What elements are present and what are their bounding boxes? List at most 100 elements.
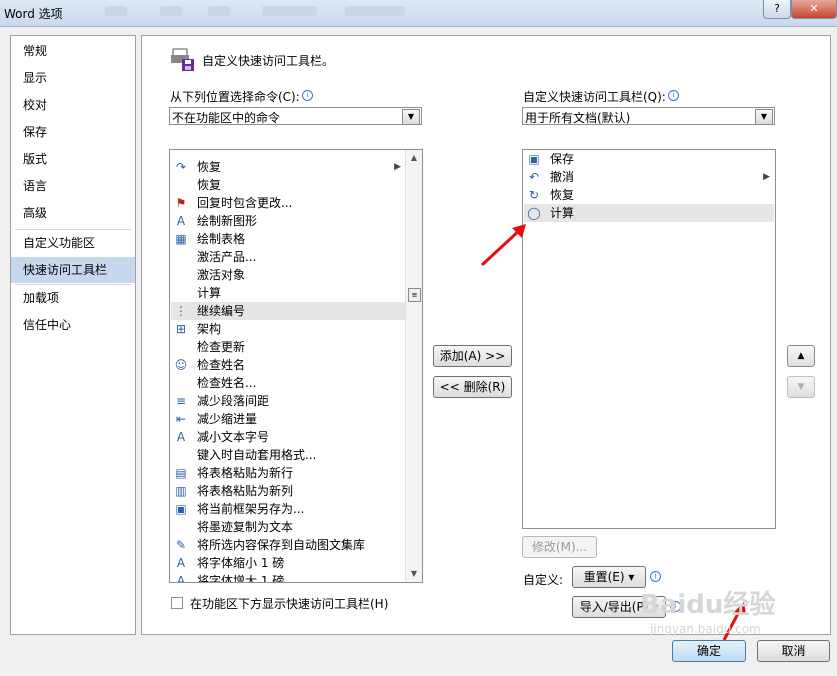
sidebar-item-quick-access-toolbar[interactable]: 快速访问工具栏 <box>11 257 135 283</box>
list-item-label: 键入时自动套用格式... <box>197 448 317 462</box>
list-item[interactable]: 检查更新 <box>171 338 405 356</box>
chevron-down-icon[interactable]: ▼ <box>755 109 773 125</box>
info-icon: i <box>650 571 661 582</box>
list-item[interactable]: 激活产品... <box>171 248 405 266</box>
list-item[interactable]: ⊞ 架构 <box>171 320 405 338</box>
commands-list[interactable]: ↷ 恢复 ▶ 恢复 ⚑ 回复时包含更改... A 绘制新图形 ▦ 绘制表格激活产品... 激活对象计… <box>169 149 423 583</box>
list-item[interactable]: ⚑ 回复时包含更改... <box>171 194 405 212</box>
scroll-thumb[interactable]: ≡ <box>408 288 421 302</box>
sidebar-item-save[interactable]: 保存 <box>11 119 135 145</box>
list-item-label: 激活对象 <box>197 268 246 282</box>
customize-qat-label-text: 自定义快速访问工具栏(Q): <box>523 90 666 104</box>
sidebar-item-display[interactable]: 显示 <box>11 65 135 91</box>
list-item[interactable]: ↷ 恢复 ▶ <box>171 158 405 176</box>
show-below-ribbon-label: 在功能区下方显示快速访问工具栏(H) <box>190 597 389 611</box>
list-item[interactable]: ≡ 减少段落间距 <box>171 392 405 410</box>
list-item[interactable]: ▣ 保存 <box>524 150 774 168</box>
list-item-label: 将字体增大 1 磅 <box>197 574 285 583</box>
list-item[interactable]: 计算 <box>171 284 405 302</box>
submenu-arrow-icon: ▶ <box>763 172 770 182</box>
list-item[interactable]: ▣ 将当前框架另存为... <box>171 500 405 518</box>
customize-qat-dropdown[interactable]: 用于所有文档(默认) ▼ <box>522 107 775 125</box>
list-item[interactable]: A 绘制新图形 <box>171 212 405 230</box>
list-item[interactable]: ▤ 将表格粘贴为新行 <box>171 464 405 482</box>
list-item[interactable]: A 将字体缩小 1 磅 <box>171 554 405 572</box>
list-item-label: 检查姓名 <box>197 358 246 372</box>
show-below-ribbon-checkbox[interactable] <box>171 597 183 609</box>
list-item[interactable]: 键入时自动套用格式... <box>171 446 405 464</box>
scroll-up-icon[interactable]: ▲ <box>406 150 422 166</box>
chevron-down-icon[interactable]: ▼ <box>402 109 420 125</box>
sidebar-item-advanced[interactable]: 高级 <box>11 200 135 226</box>
list-item-label: 激活产品... <box>197 250 257 264</box>
modify-button[interactable]: 修改(M)... <box>522 536 597 558</box>
list-item[interactable]: ▥ 将表格粘贴为新列 <box>171 482 405 500</box>
list-item[interactable]: ✎ 将所选内容保存到自动图文集库 <box>171 536 405 554</box>
list-item-label: 恢复 <box>197 178 222 192</box>
help-button[interactable]: ? <box>763 0 791 19</box>
list-item[interactable]: A 将字体增大 1 磅 <box>171 572 405 583</box>
list-item[interactable]: ⇤ 减少缩进量 <box>171 410 405 428</box>
list-item[interactable]: ☺ 检查姓名 <box>171 356 405 374</box>
remove-button[interactable]: << 删除(R) <box>433 376 512 398</box>
sidebar-item-layout[interactable]: 版式 <box>11 146 135 172</box>
list-item[interactable]: 将墨迹复制为文本 <box>171 518 405 536</box>
qat-items-list[interactable]: ▣ 保存 ↶ 撤消 ▶ ↻ 恢复 ◯ 计算 <box>522 149 776 529</box>
sidebar-item-add-ins[interactable]: 加载项 <box>11 285 135 311</box>
list-item[interactable]: ⋮ 继续编号 <box>171 302 405 320</box>
list-item-label: 绘制表格 <box>197 232 246 246</box>
shrink-font-1pt-icon: A <box>176 556 186 570</box>
close-button[interactable]: ✕ <box>791 0 837 19</box>
calculate-icon: ◯ <box>527 206 541 220</box>
options-sidebar: 常规 显示 校对 保存 版式 语言 高级 自定义功能区 快速访问工具栏 加载项 … <box>10 35 136 635</box>
customize-label: 自定义: <box>523 573 564 587</box>
sidebar-item-proofing[interactable]: 校对 <box>11 92 135 118</box>
redo-icon: ↷ <box>175 160 187 174</box>
autotext-icon: ✎ <box>175 538 187 552</box>
flag-icon: ⚑ <box>175 196 187 210</box>
list-item-label: 计算 <box>550 206 575 220</box>
draw-table-icon: ▦ <box>175 232 187 246</box>
decrease-spacing-icon: ≡ <box>175 394 187 408</box>
list-item[interactable]: ↻ 恢复 <box>524 186 774 204</box>
background-ribbon-tab <box>160 6 182 16</box>
add-button[interactable]: 添加(A) >> <box>433 345 512 367</box>
continue-numbering-icon: ⋮ <box>175 304 187 318</box>
quick-access-toolbar-icon <box>171 48 194 71</box>
sidebar-item-trust-center[interactable]: 信任中心 <box>11 312 135 338</box>
list-item-label: 将当前框架另存为... <box>197 502 305 516</box>
choose-commands-dropdown[interactable]: 不在功能区中的命令 ▼ <box>169 107 422 125</box>
commands-list-scrollbar[interactable]: ▲ ≡ ▼ <box>405 150 422 582</box>
reset-button[interactable]: 重置(E) ▾ <box>572 566 646 588</box>
qat-settings-panel: 自定义快速访问工具栏。 从下列位置选择命令(C): i 不在功能区中的命令 ▼ 自… <box>141 35 831 635</box>
list-item[interactable]: ↶ 撤消 ▶ <box>524 168 774 186</box>
sidebar-item-language[interactable]: 语言 <box>11 173 135 199</box>
ok-button[interactable]: 确定 <box>672 640 746 662</box>
list-item-label: 将表格粘贴为新列 <box>197 484 294 498</box>
move-up-button[interactable]: ▲ <box>787 345 815 367</box>
list-item[interactable]: 检查姓名... <box>171 374 405 392</box>
list-item-label: 减小文本字号 <box>197 430 270 444</box>
grow-font-1pt-icon: A <box>176 574 186 583</box>
list-item-label: 检查姓名... <box>197 376 257 390</box>
list-item-label: 架构 <box>197 322 222 336</box>
list-item-label: 继续编号 <box>197 304 246 318</box>
list-item[interactable]: ◯ 计算 <box>524 204 774 222</box>
sidebar-item-general[interactable]: 常规 <box>11 38 135 64</box>
list-item[interactable]: A 减小文本字号 <box>171 428 405 446</box>
move-down-button[interactable]: ▼ <box>787 376 815 398</box>
cancel-button[interactable]: 取消 <box>757 640 830 662</box>
background-ribbon-tab <box>105 6 127 16</box>
save-icon: ▣ <box>528 152 540 166</box>
list-item-label: 将墨迹复制为文本 <box>197 520 294 534</box>
list-item[interactable]: 恢复 <box>171 176 405 194</box>
list-item-label: 将表格粘贴为新行 <box>197 466 294 480</box>
list-item-label: 检查更新 <box>197 340 246 354</box>
scroll-down-icon[interactable]: ▼ <box>406 566 422 582</box>
list-item[interactable]: ▦ 绘制表格 <box>171 230 405 248</box>
list-item[interactable]: 激活对象 <box>171 266 405 284</box>
background-ribbon-tab <box>262 6 317 16</box>
sidebar-item-customize-ribbon[interactable]: 自定义功能区 <box>11 230 135 256</box>
decrease-indent-icon: ⇤ <box>175 412 187 426</box>
page-heading: 自定义快速访问工具栏。 <box>202 54 335 68</box>
